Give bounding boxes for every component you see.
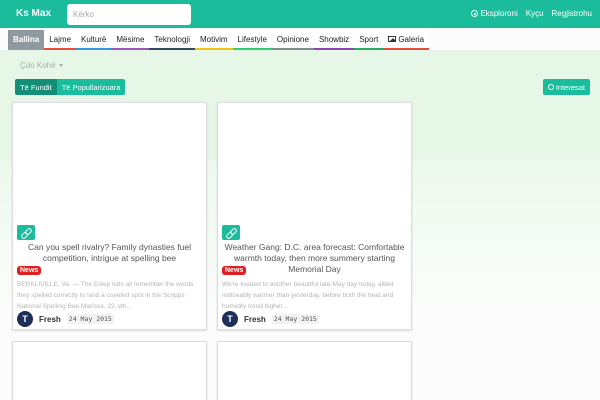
time-filter-dropdown[interactable]: Çdo Kohë (20, 61, 63, 70)
link-button[interactable] (17, 225, 35, 240)
article-card[interactable] (12, 341, 207, 400)
nav-item-label: Ballina (13, 34, 40, 44)
nav-item-sport[interactable]: Sport (354, 30, 384, 50)
caret-down-icon (58, 64, 63, 67)
tab-latest[interactable]: Të Fundit (15, 79, 57, 95)
link-button[interactable] (222, 225, 240, 240)
article-excerpt: We're treated to another beautiful late-… (222, 281, 394, 310)
sort-tabs: Të Fundit Të Popullarizuara (15, 79, 126, 95)
nav-item-label: Kulturë (81, 34, 107, 44)
link-icon (21, 228, 31, 238)
nav-item-label: Teknologji (154, 34, 190, 44)
brand-logo[interactable]: Ks Max (16, 8, 51, 19)
time-filter-label: Çdo Kohë (20, 61, 56, 70)
compass-icon (471, 10, 479, 17)
nav-item-opinione[interactable]: Opinione (271, 30, 314, 50)
nav-item-label: Lifestyle (237, 34, 267, 44)
nav-item-label: Opinione (276, 34, 309, 44)
article-card[interactable]: Weather Gang: D.C. area forecast: Comfor… (217, 102, 412, 330)
nav-item-mesime[interactable]: Mësime (111, 30, 150, 50)
explore-link[interactable]: Eksploroni (471, 9, 518, 18)
author-name[interactable]: Fresh (244, 315, 266, 324)
interests-label: Interesat (555, 82, 585, 92)
author-info: T Fresh 24 May 2015 (222, 311, 319, 327)
nav-item-label: Lajme (49, 34, 72, 44)
category-badge[interactable]: News (222, 266, 247, 275)
top-bar: Ks Max Eksploroni Kyçu Regjistrohu (0, 0, 600, 28)
article-title[interactable]: Can you spell rivalry? Family dynasties … (19, 242, 200, 264)
nav-item-galeria[interactable]: Galeria (383, 30, 430, 50)
nav-item-lifestyle[interactable]: Lifestyle (232, 30, 272, 50)
article-date: 24 May 2015 (66, 314, 114, 324)
category-badge[interactable]: News (17, 266, 42, 275)
nav-item-showbiz[interactable]: Showbiz (313, 30, 355, 50)
nav-item-ballina[interactable]: Ballina (8, 30, 45, 50)
tab-popular[interactable]: Të Popullarizuara (56, 79, 126, 95)
author-name[interactable]: Fresh (39, 315, 61, 324)
interests-button[interactable]: Interesat (542, 79, 590, 95)
nav-item-motivim[interactable]: Motivim (194, 30, 233, 50)
article-date: 24 May 2015 (271, 314, 319, 324)
nav-item-lajme[interactable]: Lajme (44, 30, 77, 50)
register-link[interactable]: Regjistrohu (552, 9, 592, 18)
top-nav: Eksploroni Kyçu Regjistrohu (471, 9, 592, 18)
nav-item-label: Motivim (199, 34, 228, 44)
search-input[interactable] (67, 4, 191, 25)
avatar[interactable]: T (222, 311, 238, 327)
nav-item-label: Sport (359, 34, 379, 44)
article-title[interactable]: Weather Gang: D.C. area forecast: Comfor… (224, 242, 405, 275)
avatar[interactable]: T (17, 311, 33, 327)
nav-item-label: Showbiz (318, 34, 350, 44)
article-card[interactable] (217, 341, 412, 400)
nav-item-kulture[interactable]: Kulturë (76, 30, 112, 50)
explore-label: Eksploroni (480, 9, 518, 18)
article-card[interactable]: Can you spell rivalry? Family dynasties … (12, 102, 207, 330)
category-nav: Ballina Lajme Kulturë Mësime Teknologji … (8, 30, 430, 50)
nav-item-label: Galeria (398, 34, 425, 44)
article-excerpt: BERKLIVILLE, Va. — The Estep kids all re… (17, 281, 194, 310)
author-info: T Fresh 24 May 2015 (17, 311, 114, 327)
nav-item-teknologji[interactable]: Teknologji (149, 30, 195, 50)
photo-icon (388, 36, 397, 42)
login-link[interactable]: Kyçu (526, 9, 544, 18)
link-icon (226, 228, 236, 238)
nav-item-label: Mësime (116, 34, 145, 44)
globe-icon (547, 84, 554, 90)
